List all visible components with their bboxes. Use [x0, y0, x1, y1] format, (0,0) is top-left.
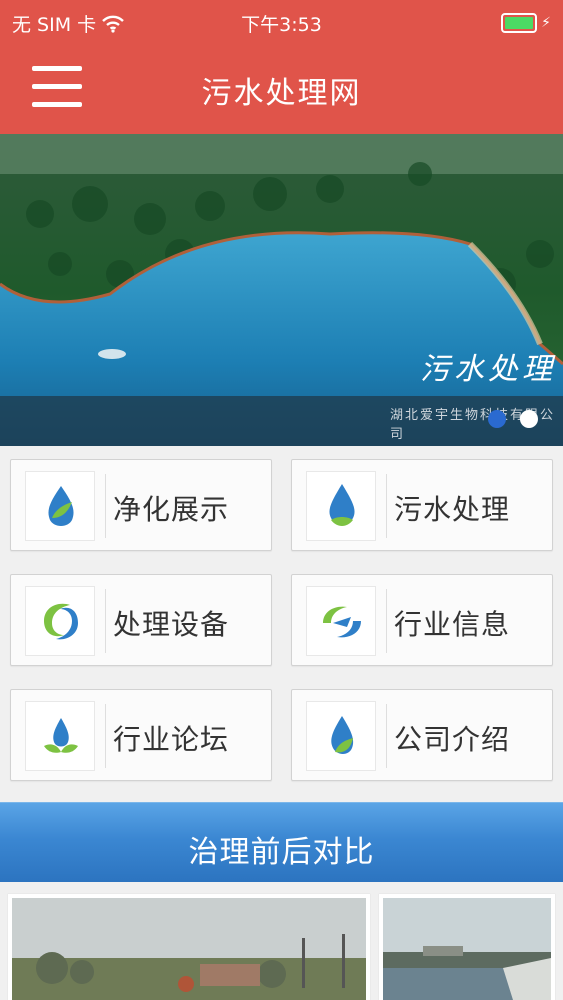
status-bar: 无 SIM 卡 下午3:53 ⚡ — [0, 0, 563, 44]
section-header: 治理前后对比 — [0, 802, 563, 882]
tile-treatment-equipment[interactable]: 处理设备 — [10, 574, 272, 666]
tile-company-intro[interactable]: 公司介绍 — [291, 689, 553, 781]
app-header: 污水处理网 — [0, 44, 563, 134]
tile-label: 行业论坛 — [113, 723, 230, 756]
banner-caption: 污水处理 — [420, 352, 556, 387]
tile-label: 处理设备 — [113, 608, 230, 641]
before-photo[interactable] — [8, 894, 370, 1000]
leaf-drop-icon — [25, 471, 95, 541]
tile-label: 行业信息 — [394, 608, 511, 641]
carousel-dot[interactable] — [520, 410, 538, 428]
swirl-icon — [25, 586, 95, 656]
carousel-dot[interactable] — [488, 410, 506, 428]
banner-lake-image — [0, 134, 563, 446]
after-photo[interactable] — [379, 894, 555, 1000]
tile-label: 净化展示 — [113, 493, 230, 526]
drop-leaves-icon — [25, 701, 95, 771]
tile-sewage-treatment[interactable]: 污水处理 — [291, 459, 553, 551]
tile-purification-showcase[interactable]: 净化展示 — [10, 459, 272, 551]
charging-bolt-icon: ⚡ — [541, 15, 551, 31]
status-time: 下午3:53 — [241, 14, 322, 36]
tile-label: 公司介绍 — [394, 723, 511, 756]
tile-label: 污水处理 — [394, 493, 511, 526]
tile-industry-news[interactable]: 行业信息 — [291, 574, 553, 666]
comparison-photos — [0, 884, 563, 1000]
water-drop-icon — [306, 471, 376, 541]
swirl-arrow-icon — [306, 586, 376, 656]
tile-industry-forum[interactable]: 行业论坛 — [10, 689, 272, 781]
carousel-pagination — [488, 410, 538, 428]
battery-icon: ⚡ — [501, 12, 551, 34]
drop-leaf-icon — [306, 701, 376, 771]
banner-carousel[interactable]: 污水处理 湖北爱宇生物科技有限公司 — [0, 134, 563, 446]
page-title: 污水处理网 — [201, 76, 362, 111]
section-title: 治理前后对比 — [188, 835, 375, 870]
